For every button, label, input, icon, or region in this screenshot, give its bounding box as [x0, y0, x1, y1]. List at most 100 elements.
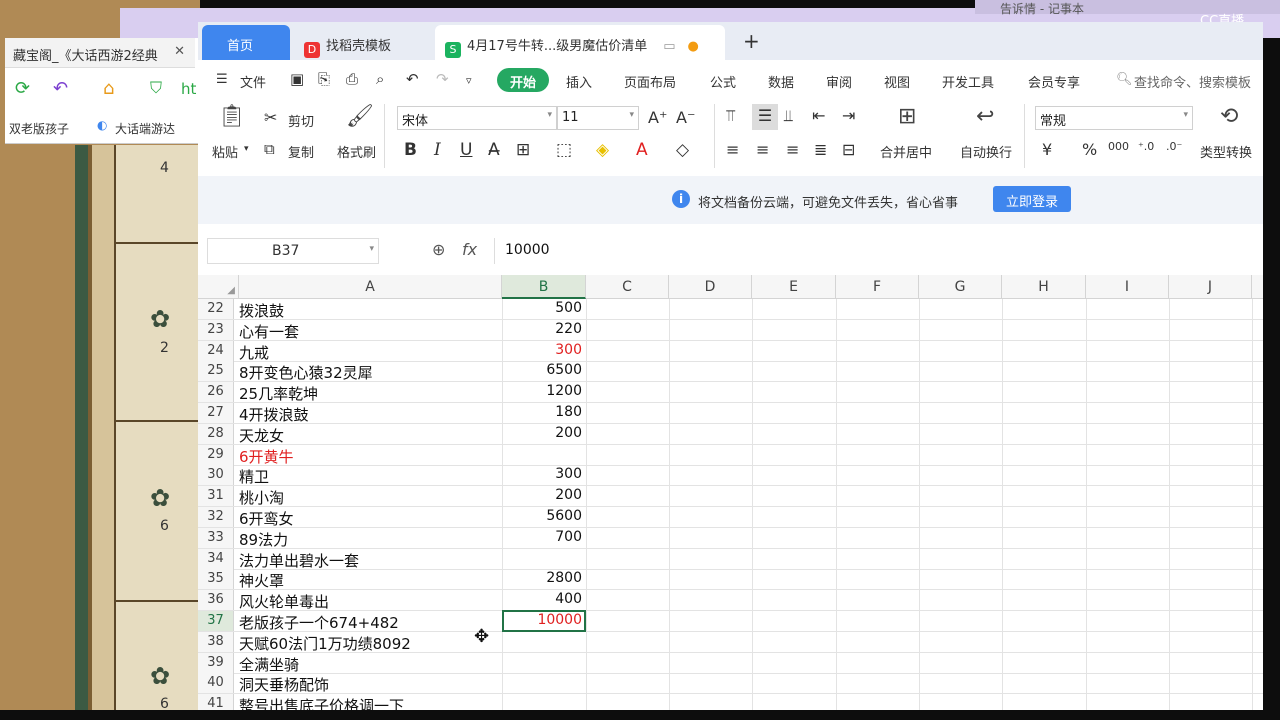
- align-top-icon[interactable]: ⫪: [726, 106, 735, 126]
- cell-b[interactable]: 400: [502, 591, 582, 607]
- row-number[interactable]: 33: [198, 527, 234, 548]
- row-number[interactable]: 41: [198, 694, 234, 710]
- cell-a[interactable]: 老版孩子一个674+482: [239, 612, 399, 633]
- undo-icon[interactable]: ↶: [406, 70, 419, 88]
- cell-b[interactable]: 180: [502, 404, 582, 420]
- eraser-icon[interactable]: ◇: [676, 140, 689, 160]
- distribute-icon[interactable]: ⊟: [842, 140, 855, 159]
- increase-decimal-icon[interactable]: ⁺.0: [1138, 140, 1154, 153]
- cell-b[interactable]: 1200: [502, 383, 582, 399]
- font-name-select[interactable]: 宋体 ▾: [397, 106, 557, 130]
- column-header-a[interactable]: A: [239, 275, 502, 299]
- bold-button[interactable]: B: [404, 140, 417, 160]
- browser-tab[interactable]: 藏宝阁_《大话西游2经典 ✕: [5, 38, 195, 68]
- increase-font-icon[interactable]: A⁺: [648, 108, 667, 127]
- column-header-j[interactable]: J: [1169, 275, 1252, 299]
- justify-icon[interactable]: ≣: [814, 140, 827, 159]
- cell-a[interactable]: 风火轮单毒出: [239, 591, 329, 612]
- export-icon[interactable]: ⎘: [318, 70, 330, 88]
- menu-view[interactable]: 视图: [884, 72, 910, 91]
- cell-b[interactable]: 200: [502, 487, 582, 503]
- align-bottom-icon[interactable]: ⫫: [784, 106, 793, 126]
- search-icon[interactable]: 🔍︎: [1116, 72, 1133, 87]
- row-number[interactable]: 23: [198, 319, 234, 340]
- align-middle-icon[interactable]: ☰: [752, 104, 778, 130]
- favorite-item[interactable]: 大话端游达: [115, 120, 175, 137]
- align-left-icon[interactable]: ≡: [726, 140, 739, 159]
- flower-icon[interactable]: ✿: [150, 662, 170, 690]
- chevron-down-icon[interactable]: ▾: [244, 144, 249, 154]
- row-number[interactable]: 26: [198, 382, 234, 403]
- fill-color-icon[interactable]: ◈: [596, 140, 609, 160]
- cell-a[interactable]: 法力单出碧水一套: [239, 550, 359, 571]
- cell-a[interactable]: 4开拨浪鼓: [239, 404, 309, 425]
- decrease-decimal-icon[interactable]: .0⁻: [1166, 140, 1182, 153]
- favorite-item[interactable]: 双老版孩子: [9, 120, 69, 137]
- column-header-g[interactable]: G: [919, 275, 1002, 299]
- row-number[interactable]: 34: [198, 548, 234, 569]
- cell-a[interactable]: 天龙女: [239, 425, 284, 446]
- copy-button[interactable]: 复制: [288, 142, 314, 161]
- column-header-f[interactable]: F: [836, 275, 919, 299]
- cell-a[interactable]: 天赋60法门1万功绩8092: [239, 633, 411, 654]
- column-header-e[interactable]: E: [752, 275, 836, 299]
- menu-start[interactable]: 开始: [497, 68, 549, 92]
- cell-a[interactable]: 九戒: [239, 342, 269, 363]
- cell-b[interactable]: 6500: [502, 362, 582, 378]
- flower-icon[interactable]: ✿: [150, 484, 170, 512]
- cell-a[interactable]: 桃小淘: [239, 487, 284, 508]
- print-icon[interactable]: ⎙: [346, 70, 358, 88]
- row-number[interactable]: 27: [198, 403, 234, 423]
- cell-a[interactable]: 神火罩: [239, 570, 284, 591]
- cell-b[interactable]: 300: [502, 342, 582, 358]
- convert-icon[interactable]: ⟲: [1220, 104, 1238, 129]
- cell-a[interactable]: 全满坐骑: [239, 654, 299, 675]
- column-header-i[interactable]: I: [1086, 275, 1169, 299]
- tab-spreadsheet[interactable]: S 4月17号牛转...级男魔估价清单 ▭ ●: [435, 25, 725, 60]
- menu-file[interactable]: 文件: [240, 72, 266, 91]
- row-number[interactable]: 30: [198, 465, 234, 486]
- cell-a[interactable]: 6开黄牛: [239, 446, 294, 467]
- tab-template[interactable]: D 找稻壳模板: [294, 25, 429, 60]
- font-size-select[interactable]: 11 ▾: [557, 106, 639, 130]
- thousands-icon[interactable]: 000: [1108, 140, 1129, 153]
- command-search[interactable]: 查找命令、搜索模板: [1134, 72, 1251, 91]
- select-all-corner[interactable]: ◢: [198, 275, 239, 299]
- row-number[interactable]: 31: [198, 486, 234, 507]
- paste-icon[interactable]: 📋︎: [218, 104, 246, 129]
- cell-a[interactable]: 心有一套: [239, 321, 299, 342]
- row-number[interactable]: 37: [198, 611, 234, 631]
- zoom-icon[interactable]: ⊕: [432, 240, 445, 259]
- merge-center-button[interactable]: 合并居中: [880, 142, 932, 161]
- menu-formula[interactable]: 公式: [710, 72, 736, 91]
- cell-b[interactable]: 500: [502, 300, 582, 316]
- cell-a[interactable]: 8开变色心猿32灵犀: [239, 362, 373, 383]
- decrease-font-icon[interactable]: A⁻: [676, 108, 695, 127]
- selected-cell[interactable]: [502, 610, 586, 632]
- menu-page-layout[interactable]: 页面布局: [624, 72, 676, 91]
- wrap-text-button[interactable]: 自动换行: [960, 142, 1012, 161]
- row-number[interactable]: 28: [198, 423, 234, 444]
- url-field[interactable]: ht: [181, 80, 196, 98]
- save-icon[interactable]: ▣: [290, 70, 304, 88]
- cell-a[interactable]: 89法力: [239, 529, 288, 550]
- italic-button[interactable]: I: [434, 140, 441, 160]
- cell-b[interactable]: 2800: [502, 570, 582, 586]
- cell-b[interactable]: 5600: [502, 508, 582, 524]
- preview-icon[interactable]: ⌕: [376, 70, 384, 88]
- cut-button[interactable]: 剪切: [288, 111, 314, 130]
- number-format-select[interactable]: 常规 ▾: [1035, 106, 1193, 130]
- column-header-h[interactable]: H: [1002, 275, 1086, 299]
- merge-icon[interactable]: ⊞: [898, 104, 916, 129]
- wrap-icon[interactable]: ↩: [976, 104, 994, 129]
- fx-icon[interactable]: fx: [462, 240, 477, 259]
- menu-data[interactable]: 数据: [768, 72, 794, 91]
- close-icon[interactable]: ✕: [174, 44, 185, 59]
- row-number[interactable]: 25: [198, 361, 234, 382]
- tab-home[interactable]: 首页: [202, 25, 290, 60]
- type-convert-button[interactable]: 类型转换: [1200, 142, 1252, 161]
- row-number[interactable]: 35: [198, 569, 234, 590]
- row-number[interactable]: 32: [198, 507, 234, 527]
- format-painter-icon[interactable]: 🖌︎: [346, 104, 374, 129]
- cell-a[interactable]: 6开鸾女: [239, 508, 294, 529]
